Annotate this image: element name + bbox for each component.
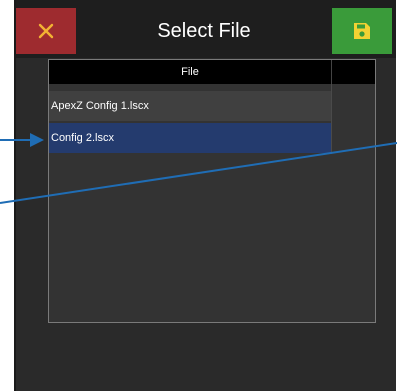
file-row-label: Config 2.lscx: [51, 132, 114, 144]
close-icon: [38, 23, 54, 39]
file-row-selected[interactable]: Config 2.lscx: [49, 123, 331, 153]
file-select-dialog: Select File File ApexZ Config 1.lscx Con…: [14, 0, 396, 391]
top-bar: Select File: [16, 0, 396, 58]
file-table: File ApexZ Config 1.lscx Config 2.lscx: [48, 59, 376, 323]
column-header-spacer: [331, 60, 375, 84]
file-row[interactable]: ApexZ Config 1.lscx: [49, 91, 331, 121]
file-row-label: ApexZ Config 1.lscx: [51, 100, 149, 112]
column-divider: [331, 84, 332, 154]
page-title: Select File: [157, 19, 251, 42]
column-header-file[interactable]: File: [49, 60, 331, 84]
close-button[interactable]: [16, 8, 76, 54]
floppy-disk-icon: [352, 21, 372, 41]
save-button[interactable]: [332, 8, 392, 54]
